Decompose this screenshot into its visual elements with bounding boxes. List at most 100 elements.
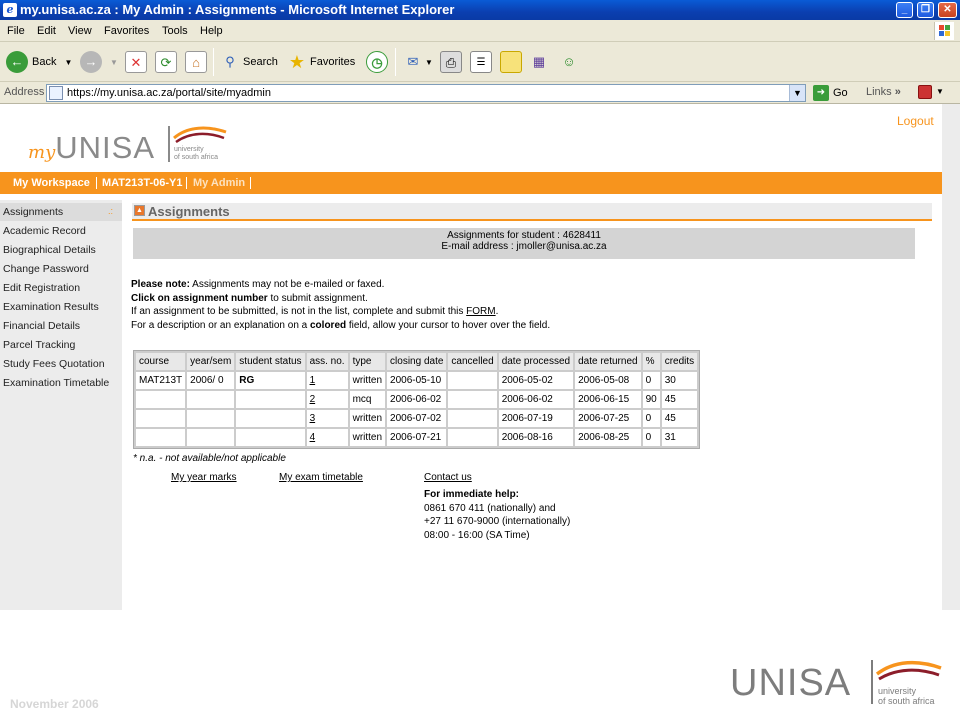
col-ass-no: ass. no. [306, 353, 348, 370]
table-header-row: course year/sem student status ass. no. … [136, 353, 698, 370]
stop-button[interactable]: ✕ [125, 50, 147, 74]
nav-my-workspace[interactable]: My Workspace [13, 177, 90, 189]
address-input[interactable]: https://my.unisa.ac.za/portal/site/myadm… [46, 84, 806, 102]
favorites-label: Favorites [310, 56, 356, 68]
nav-separator [186, 177, 187, 189]
assignment-3-link[interactable]: 3 [306, 410, 348, 427]
col-date-processed: date processed [498, 353, 574, 370]
logo-unisa: UNISA [55, 130, 155, 165]
assignment-4-link[interactable]: 4 [306, 429, 348, 446]
pdf-icon[interactable] [918, 85, 932, 99]
student-number-line: Assignments for student : 4628411 [447, 230, 601, 241]
menu-view[interactable]: View [68, 25, 92, 37]
go-label: Go [833, 87, 848, 99]
forward-button[interactable]: → ▼ [80, 50, 118, 74]
back-arrow-icon: ← [6, 51, 28, 73]
discuss-button[interactable] [500, 50, 522, 74]
cell-closing-date: 2006-07-02 [387, 410, 447, 427]
go-button[interactable]: ➜ Go [813, 85, 848, 101]
history-button[interactable]: ◷ [366, 50, 388, 74]
back-dropdown-icon[interactable]: ▼ [64, 58, 72, 67]
page-icon [49, 86, 63, 100]
minimize-button[interactable]: _ [896, 2, 913, 18]
mail-button[interactable]: ✉ ▼ [402, 50, 433, 74]
myunisa-logo: myUNISA [28, 130, 155, 166]
close-button[interactable]: ✕ [938, 2, 957, 18]
note-text: field, allow your cursor to hover over t… [346, 319, 551, 331]
sidebar-item-assignments[interactable]: Assignments [3, 206, 63, 218]
sidebar-item-financial-details[interactable]: Financial Details [3, 320, 80, 332]
logo-tag-line1: university [174, 146, 204, 153]
sidebar-item-biographical-details[interactable]: Biographical Details [3, 244, 96, 256]
cell-date-returned: 2006-06-15 [575, 391, 641, 408]
note-line-1: Please note: Assignments may not be e-ma… [131, 278, 550, 292]
assignment-1-link[interactable]: 1 [306, 372, 348, 389]
my-year-marks-link[interactable]: My year marks [171, 472, 237, 483]
sidebar-item-change-password[interactable]: Change Password [3, 263, 89, 275]
logout-link[interactable]: Logout [897, 114, 934, 128]
menu-edit[interactable]: Edit [37, 25, 56, 37]
sidebar-item-study-fees-quotation[interactable]: Study Fees Quotation [3, 358, 105, 370]
logo-tagline: university of south africa [174, 146, 218, 162]
col-closing-date: closing date [387, 353, 447, 370]
address-url[interactable]: https://my.unisa.ac.za/portal/site/myadm… [67, 87, 271, 99]
cell-date-processed: 2006-05-02 [498, 372, 574, 389]
sidebar-item-examination-results[interactable]: Examination Results [3, 301, 99, 313]
forward-dropdown-icon[interactable]: ▼ [110, 58, 118, 67]
table-row: 4 written 2006-07-21 2006-08-16 2006-08-… [136, 429, 698, 446]
help-line-national: 0861 670 411 (nationally) and [424, 502, 556, 514]
nav-course[interactable]: MAT213T-06-Y1 [102, 177, 183, 189]
assignments-header: ▲ Assignments [132, 203, 932, 221]
home-icon: ⌂ [185, 51, 207, 73]
menu-file[interactable]: File [7, 25, 25, 37]
sidebar-item-examination-timetable[interactable]: Examination Timetable [3, 377, 109, 389]
cell-student-status [236, 429, 305, 446]
cell-percent: 0 [642, 429, 660, 446]
cell-cancelled [448, 410, 497, 427]
nav-my-admin[interactable]: My Admin [193, 177, 245, 189]
menu-bar: File Edit View Favorites Tools Help [0, 20, 960, 42]
cell-type: written [349, 429, 386, 446]
assignment-2-link[interactable]: 2 [306, 391, 348, 408]
note-text: For a description or an explanation on a [131, 319, 310, 331]
address-dropdown-icon[interactable]: ▼ [789, 85, 805, 101]
table-footnote: * n.a. - not available/not applicable [133, 453, 286, 464]
toolbar-separator [213, 48, 214, 76]
form-link[interactable]: FORM [466, 306, 495, 317]
research-button[interactable]: ▦ [528, 50, 550, 74]
sidebar-item-edit-registration[interactable]: Edit Registration [3, 282, 80, 294]
sidebar-item-parcel-tracking[interactable]: Parcel Tracking [3, 339, 75, 351]
my-exam-timetable-link[interactable]: My exam timetable [279, 472, 363, 483]
assignments-toggle-icon[interactable]: ▲ [134, 205, 145, 216]
contact-us-link[interactable]: Contact us [424, 472, 472, 483]
cell-year-sem [187, 429, 235, 446]
logo-my: my [28, 142, 56, 163]
cell-type: written [349, 372, 386, 389]
note-text: If an assignment to be submitted, is not… [131, 306, 467, 318]
cell-credits: 31 [661, 429, 698, 446]
student-info-box: Assignments for student : 4628411 E-mail… [133, 228, 915, 259]
messenger-button[interactable]: ☺ [558, 50, 580, 74]
menu-tools[interactable]: Tools [162, 25, 188, 37]
print-button[interactable]: ⎙ [440, 50, 462, 74]
menu-favorites[interactable]: Favorites [104, 25, 149, 37]
pdf-dropdown-icon[interactable]: ▼ [936, 87, 944, 96]
cell-student-status [236, 391, 305, 408]
favorites-button[interactable]: ★ Favorites [286, 50, 355, 74]
home-button[interactable]: ⌂ [185, 50, 207, 74]
links-button[interactable]: Links » [866, 86, 901, 98]
sidebar-item-academic-record[interactable]: Academic Record [3, 225, 86, 237]
back-button[interactable]: ← Back ▼ [6, 50, 72, 74]
mail-dropdown-icon[interactable]: ▼ [425, 58, 433, 67]
cell-credits: 45 [661, 410, 698, 427]
refresh-button[interactable]: ⟳ [155, 50, 177, 74]
edit-button[interactable]: ☰ [470, 50, 492, 74]
toolbar: ← Back ▼ → ▼ ✕ ⟳ ⌂ ⚲ Search ★ Favorites … [0, 42, 960, 82]
cell-course: MAT213T [136, 372, 186, 389]
search-button[interactable]: ⚲ Search [219, 50, 278, 74]
maximize-button[interactable]: ❐ [917, 2, 934, 18]
footer-swoosh-icon [875, 660, 942, 681]
mail-icon: ✉ [407, 54, 419, 69]
note-text: . [495, 306, 499, 318]
menu-help[interactable]: Help [200, 25, 223, 37]
